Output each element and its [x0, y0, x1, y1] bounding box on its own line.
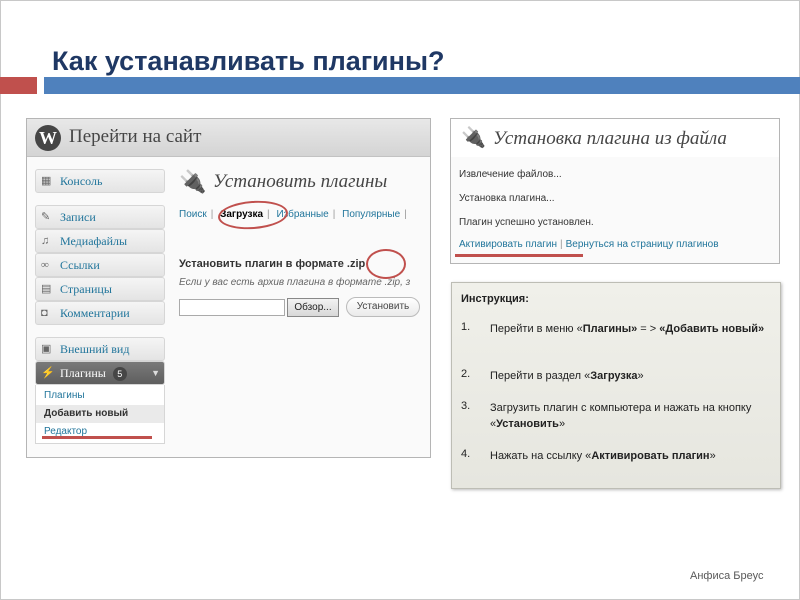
browse-button[interactable]: Обзор...: [287, 298, 339, 317]
install-tabs: Поиск | Загрузка | Избранные | Популярные |: [179, 209, 407, 220]
highlight-circle: [217, 198, 289, 232]
step-text: Загрузить плагин с компьютера и нажать н…: [490, 402, 752, 430]
highlight-circle: [366, 249, 406, 279]
status-line: Плагин успешно установлен.: [459, 217, 594, 228]
install-now-button[interactable]: Установить: [346, 297, 420, 317]
status-line: Установка плагина...: [459, 193, 555, 204]
pin-icon: ✎: [41, 211, 51, 223]
wp-admin-header: W Перейти на сайт: [27, 119, 430, 157]
instructions-title: Инструкция:: [461, 293, 529, 305]
submenu-item-plugins[interactable]: Плагины: [36, 387, 164, 405]
highlight-underline: [455, 254, 583, 257]
menu-item-label: Комментарии: [60, 306, 130, 320]
menu-item-label: Консоль: [60, 174, 103, 188]
menu-item-label: Ссылки: [60, 258, 100, 272]
submenu-item-add-new[interactable]: Добавить новый: [36, 405, 164, 423]
menu-item-label: Внешний вид: [60, 342, 130, 356]
tab-search[interactable]: Поиск: [179, 209, 207, 220]
author-name: Анфиса Бреус: [690, 570, 764, 582]
dashboard-icon: ▦: [41, 175, 52, 187]
install-result-title: Установка плагина из файла: [493, 128, 727, 149]
plugin-icon: 🔌: [461, 127, 486, 149]
plugin-icon: 🔌: [179, 169, 207, 194]
page-title: Установить плагины: [213, 171, 388, 192]
menu-item-label: Страницы: [60, 282, 112, 296]
tab-popular[interactable]: Популярные: [342, 209, 400, 220]
step-number: 1.: [461, 321, 471, 333]
menu-item-appearance[interactable]: ▣ Внешний вид: [35, 337, 165, 361]
chevron-down-icon[interactable]: ▼: [151, 362, 160, 384]
menu-item-label: Плагины: [60, 366, 106, 380]
activate-plugin-link[interactable]: Активировать плагин: [459, 239, 557, 250]
menu-item-comments[interactable]: ◘ Комментарии: [35, 301, 165, 325]
highlight-underline: [42, 436, 152, 439]
step-text: Перейти в раздел «Загрузка»: [490, 370, 644, 382]
appearance-icon: ▣: [41, 343, 52, 355]
menu-item-dashboard[interactable]: ▦ Консоль: [35, 169, 165, 193]
file-path-input[interactable]: [179, 299, 285, 316]
plugins-update-count-badge: 5: [112, 367, 127, 381]
upload-description: Если у вас есть архив плагина в формате …: [179, 277, 411, 288]
wordpress-logo-icon: W: [35, 125, 61, 151]
step-number: 2.: [461, 368, 471, 380]
menu-item-posts[interactable]: ✎ Записи: [35, 205, 165, 229]
upload-heading: Установить плагин в формате .zip: [179, 258, 366, 270]
menu-item-media[interactable]: ♫ Медиафайлы: [35, 229, 165, 253]
slide-title: Как устанавливать плагины?: [52, 46, 445, 76]
menu-item-links[interactable]: ∞ Ссылки: [35, 253, 165, 277]
step-text: Перейти в меню «Плагины» = > «Добавить н…: [490, 323, 765, 335]
step-text: Нажать на ссылку «Активировать плагин»: [490, 450, 716, 462]
title-accent-bar-blue: [44, 77, 800, 94]
media-icon: ♫: [41, 235, 50, 247]
step-number: 3.: [461, 400, 471, 412]
wp-admin-menu: ▦ Консоль ✎ Записи ♫ Медиафайлы ∞ Ссылки…: [35, 169, 165, 444]
comment-icon: ◘: [41, 307, 48, 319]
menu-item-plugins[interactable]: ⚡ Плагины 5 ▼: [35, 361, 165, 385]
wp-admin-screenshot: W Перейти на сайт ▦ Консоль ✎ Записи ♫ М…: [26, 118, 431, 458]
return-to-plugins-link[interactable]: Вернуться на страницу плагинов: [566, 239, 719, 250]
instructions-box: Инструкция: 1. Перейти в меню «Плагины» …: [451, 282, 781, 489]
install-result-screenshot: 🔌 Установка плагина из файла Извлечение …: [450, 118, 780, 264]
install-result-header: 🔌 Установка плагина из файла: [451, 119, 779, 157]
visit-site-link[interactable]: Перейти на сайт: [69, 126, 201, 148]
menu-item-pages[interactable]: ▤ Страницы: [35, 277, 165, 301]
page-icon: ▤: [41, 283, 52, 295]
step-number: 4.: [461, 448, 471, 460]
menu-item-label: Записи: [60, 210, 96, 224]
status-line: Извлечение файлов...: [459, 169, 562, 180]
result-links: Активировать плагин | Вернуться на страниц…: [459, 239, 719, 250]
link-icon: ∞: [41, 259, 49, 271]
title-accent-bar-red: [0, 77, 37, 94]
menu-item-label: Медиафайлы: [60, 234, 128, 248]
plugin-icon: ⚡: [41, 367, 55, 379]
